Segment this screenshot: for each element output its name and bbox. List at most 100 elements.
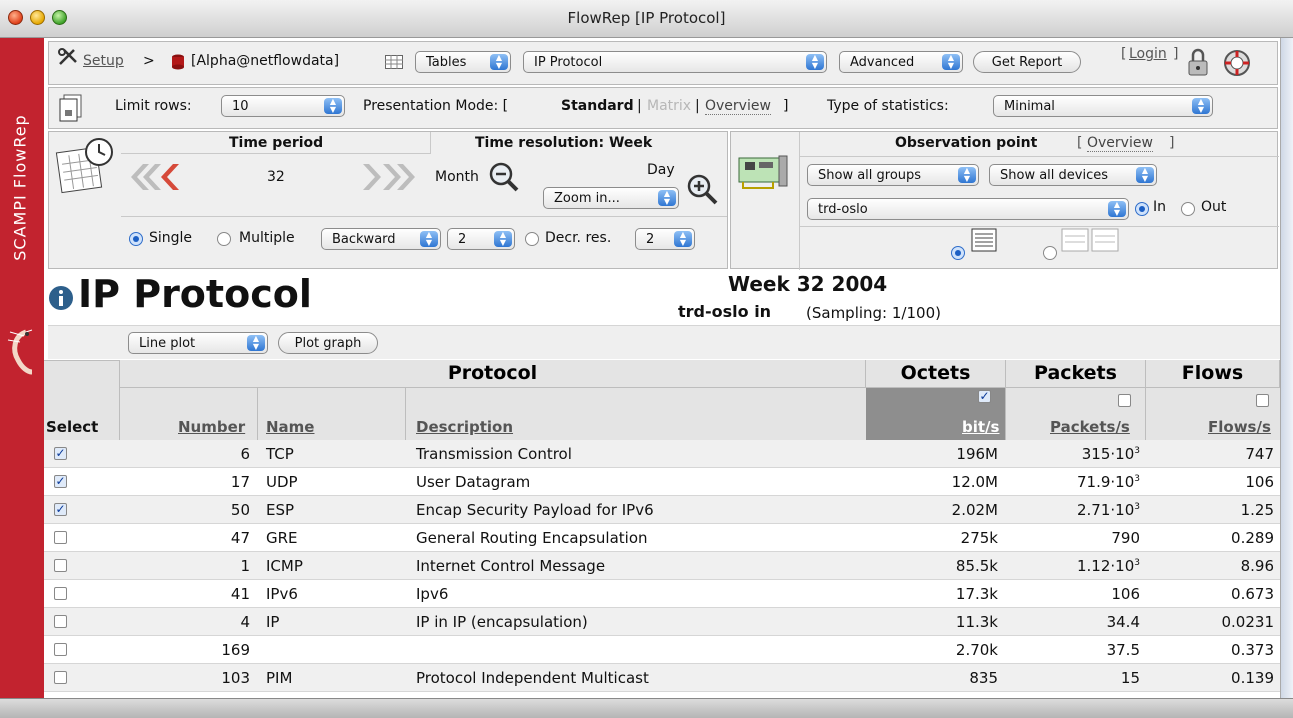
direction-in-radio[interactable] [1135, 202, 1149, 216]
bits-column-header[interactable]: bit/s [962, 418, 999, 436]
advanced-select[interactable]: Advanced ▲ ▼ [839, 51, 963, 73]
report-document-icon[interactable] [59, 94, 83, 122]
flows-plot-checkbox[interactable] [1256, 394, 1269, 407]
mode-overview[interactable]: Overview [705, 98, 771, 115]
brand-sidebar: SCAMPI FlowRep [0, 38, 44, 698]
login-link[interactable]: Login [1129, 46, 1167, 62]
table-grid-icon[interactable] [385, 55, 403, 69]
table-row: 4 IP IP in IP (encapsulation) 11.3k 34.4 0.02… [44, 608, 1280, 636]
row-description: Encap Security Payload for IPv6 [416, 501, 654, 519]
report-title: IP Protocol [78, 272, 312, 316]
row-select-checkbox[interactable]: ✓ [54, 475, 67, 488]
select-column-header: Select [46, 418, 99, 436]
statistics-type-select[interactable]: Minimal ▲ ▼ [993, 95, 1213, 117]
chevron-updown-icon: ▲ ▼ [942, 54, 960, 70]
direction-out-radio[interactable] [1181, 202, 1195, 216]
row-select-checkbox[interactable] [54, 643, 67, 656]
split-table-radio[interactable] [1043, 246, 1057, 260]
table-row: ✓ 50 ESP Encap Security Payload for IPv6 2.0… [44, 496, 1280, 524]
row-select-checkbox[interactable] [54, 531, 67, 544]
fast-forward-icon[interactable] [359, 162, 423, 192]
toolbar-panel: Setup > [Alpha@netflowdata] Tables ▲ ▼ IP … [48, 41, 1278, 85]
table-row: 103 PIM Protocol Independent Multicast 835 1… [44, 664, 1280, 692]
setup-link[interactable]: Setup [83, 53, 124, 69]
row-flows: 8.96 [1240, 557, 1274, 575]
calendar-clock-icon[interactable] [55, 136, 117, 194]
zoom-in-icon[interactable] [687, 174, 719, 206]
zoom-out-icon[interactable] [489, 162, 519, 192]
tables-select[interactable]: Tables ▲ ▼ [415, 51, 511, 73]
row-flows: 747 [1245, 445, 1274, 463]
row-select-checkbox[interactable] [54, 671, 67, 684]
time-resolution-label: Time resolution: Week [475, 135, 653, 151]
row-flows: 0.139 [1231, 669, 1274, 687]
row-select-checkbox[interactable] [54, 615, 67, 628]
brand-label: SCAMPI FlowRep [10, 114, 30, 261]
direction-out-label: Out [1201, 199, 1227, 215]
direction-select[interactable]: Backward ▲ ▼ [321, 228, 441, 250]
mode-standard[interactable]: Standard [561, 98, 634, 114]
statistics-type-label: Type of statistics: [827, 98, 949, 114]
limit-rows-select[interactable]: 10 ▲ ▼ [221, 95, 345, 117]
chevron-updown-icon: ▲ ▼ [247, 335, 265, 351]
plot-graph-button[interactable]: Plot graph [278, 332, 378, 354]
observation-overview-link[interactable]: Overview [1087, 135, 1153, 152]
row-packets: 71.9·103 [1077, 473, 1140, 491]
decrease-resolution-select[interactable]: 2 ▲ ▼ [635, 228, 695, 250]
plot-type-select[interactable]: Line plot ▲ ▼ [128, 332, 268, 354]
description-column-header[interactable]: Description [416, 418, 513, 436]
tools-icon[interactable] [57, 47, 79, 67]
devices-select[interactable]: Show all devices ▲ ▼ [989, 164, 1157, 186]
row-packets: 15 [1120, 669, 1140, 687]
packets-plot-checkbox[interactable] [1118, 394, 1131, 407]
chevron-updown-icon: ▲ ▼ [658, 190, 676, 206]
row-description: General Routing Encapsulation [416, 529, 648, 547]
table-row: 47 GRE General Routing Encapsulation 275k 79… [44, 524, 1280, 552]
row-select-checkbox[interactable]: ✓ [54, 447, 67, 460]
single-radio[interactable] [129, 232, 143, 246]
rewind-back-icon[interactable] [125, 162, 183, 192]
get-report-button[interactable]: Get Report [973, 51, 1081, 73]
octets-plot-checkbox[interactable]: ✓ [978, 390, 991, 403]
row-packets: 2.71·103 [1077, 501, 1140, 519]
zoom-select[interactable]: Zoom in... ▲ ▼ [543, 187, 679, 209]
vertical-scrollbar[interactable] [1280, 38, 1293, 698]
info-icon[interactable] [48, 285, 74, 311]
multiple-radio[interactable] [217, 232, 231, 246]
number-column-header[interactable]: Number [178, 418, 245, 436]
network-card-icon [738, 155, 788, 189]
row-flows: 0.673 [1231, 585, 1274, 603]
flows-group-header: Flows [1146, 360, 1280, 388]
single-table-radio[interactable] [951, 246, 965, 260]
flows-column-header[interactable]: Flows/s [1208, 418, 1271, 436]
chevron-updown-icon: ▲ ▼ [420, 231, 438, 247]
help-lifebuoy-icon[interactable] [1221, 47, 1253, 79]
table-row: 169 2.70k 37.5 0.373 [44, 636, 1280, 664]
decrease-resolution-label: Decr. res. [545, 230, 612, 246]
table-row: ✓ 17 UDP User Datagram 12.0M 71.9·103 106 [44, 468, 1280, 496]
row-number: 4 [240, 613, 250, 631]
login-bracket-open: [ [1121, 46, 1127, 62]
row-flows: 0.373 [1231, 641, 1274, 659]
window-title: FlowRep [IP Protocol] [567, 9, 726, 27]
lock-keys-icon[interactable] [1185, 47, 1215, 79]
table-row: ✓ 6 TCP Transmission Control 196M 315·103 747 [44, 440, 1280, 468]
decrease-resolution-radio[interactable] [525, 232, 539, 246]
shrimp-logo-icon [7, 329, 33, 375]
table-select[interactable]: IP Protocol ▲ ▼ [523, 51, 827, 73]
row-bits: 275k [960, 529, 998, 547]
groups-select[interactable]: Show all groups ▲ ▼ [807, 164, 979, 186]
row-name: PIM [266, 669, 293, 687]
day-label: Day [647, 162, 675, 178]
row-name: ESP [266, 501, 295, 519]
row-select-checkbox[interactable] [54, 587, 67, 600]
row-number: 1 [240, 557, 250, 575]
period-count-select[interactable]: 2 ▲ ▼ [447, 228, 515, 250]
name-column-header[interactable]: Name [266, 418, 314, 436]
row-select-checkbox[interactable] [54, 559, 67, 572]
packets-column-header[interactable]: Packets/s [1050, 418, 1130, 436]
row-select-checkbox[interactable]: ✓ [54, 503, 67, 516]
report-week: Week 32 2004 [728, 272, 888, 296]
device-select[interactable]: trd-oslo ▲ ▼ [807, 198, 1129, 220]
row-description: Protocol Independent Multicast [416, 669, 649, 687]
